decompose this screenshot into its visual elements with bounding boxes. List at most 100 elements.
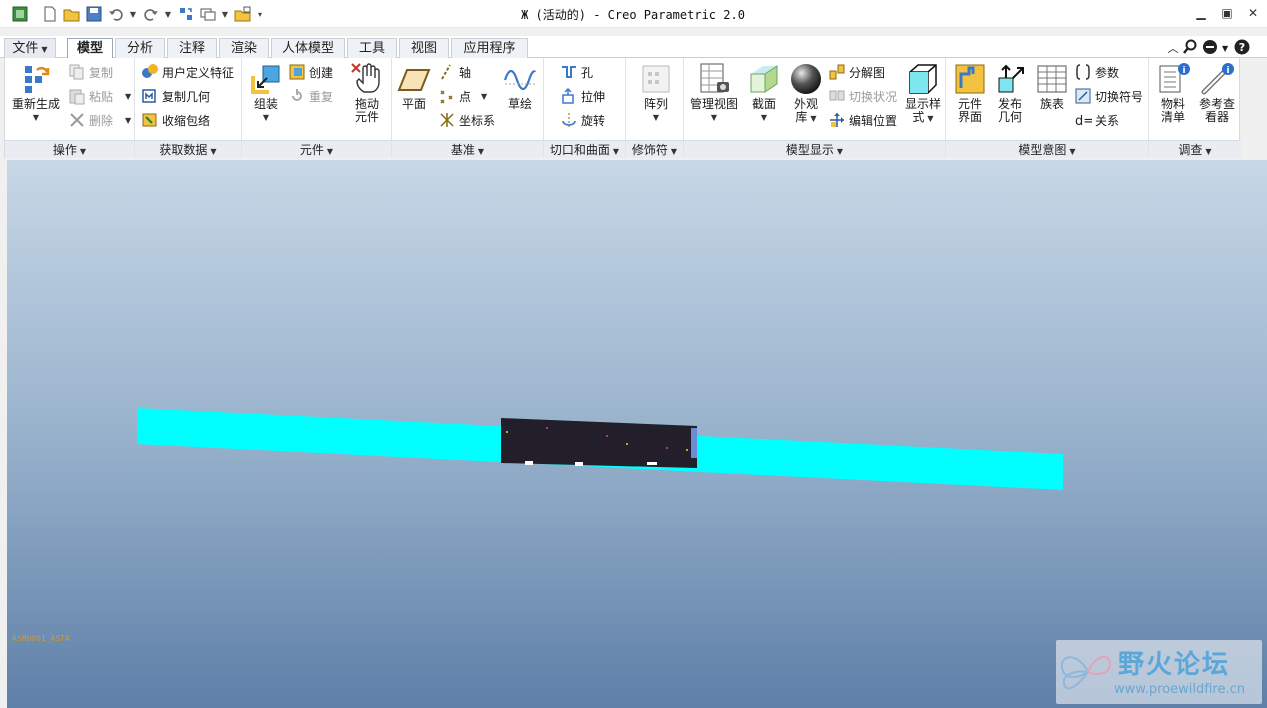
component-interface-icon bbox=[955, 64, 985, 94]
display-style-dropdown-icon[interactable]: ▼ bbox=[927, 114, 933, 123]
group-model-display: 管理视图 ▼ 截面 ▼ 外观 库▼ 分解图 切换状况 编辑位置 显示样 式▼ bbox=[684, 58, 946, 158]
pattern-icon bbox=[642, 65, 670, 93]
paste-button[interactable]: 粘贴 ▼ bbox=[68, 86, 131, 106]
relations-button[interactable]: d= 关系 bbox=[1074, 110, 1119, 130]
appearance-dropdown-icon[interactable]: ▼ bbox=[810, 114, 816, 123]
svg-text:?: ? bbox=[1239, 41, 1245, 54]
pattern-button[interactable]: 阵列 ▼ bbox=[636, 62, 676, 124]
watermark-url: www.proewildfire.cn bbox=[1114, 682, 1245, 697]
udf-icon bbox=[142, 64, 158, 78]
minimize-ribbon-icon[interactable]: ︿ bbox=[1164, 40, 1182, 56]
shrinkwrap-button[interactable]: 收缩包络 bbox=[141, 110, 210, 130]
group-label-datum[interactable]: 基准 ▼ bbox=[392, 140, 543, 158]
manage-views-button[interactable]: 管理视图 ▼ bbox=[688, 62, 740, 124]
point-dropdown-icon[interactable]: ▼ bbox=[481, 92, 487, 101]
tab-applications[interactable]: 应用程序 bbox=[451, 38, 528, 58]
drag-components-button[interactable]: 拖动 元件 bbox=[344, 62, 390, 124]
group-label-investigate[interactable]: 调查 ▼ bbox=[1149, 140, 1241, 158]
copy-geometry-button[interactable]: 复制几何 bbox=[141, 86, 210, 106]
create-button[interactable]: 创建 bbox=[288, 62, 333, 82]
tab-manikin[interactable]: 人体模型 bbox=[271, 38, 345, 58]
explode-view-button[interactable]: 分解图 bbox=[828, 62, 885, 82]
repeat-icon bbox=[292, 89, 302, 101]
axis-icon bbox=[441, 64, 451, 80]
search-icon[interactable] bbox=[1182, 39, 1202, 58]
edit-position-icon bbox=[830, 113, 844, 127]
close-icon[interactable]: ✕ bbox=[1241, 4, 1265, 22]
create-icon bbox=[289, 64, 305, 80]
plane-icon bbox=[397, 69, 431, 91]
help-dropdown-icon[interactable]: ▼ bbox=[1222, 44, 1234, 53]
regenerate-button[interactable]: 重新生成 ▼ bbox=[9, 62, 63, 124]
group-label-model-display[interactable]: 模型显示 ▼ bbox=[684, 140, 945, 158]
coordinate-readout: ASM0001_ASTA bbox=[12, 634, 70, 643]
shrinkwrap-icon bbox=[142, 113, 157, 127]
model-canvas[interactable] bbox=[7, 160, 1267, 708]
group-label-operations[interactable]: 操作 ▼ bbox=[5, 140, 134, 158]
svg-text:i: i bbox=[1226, 66, 1229, 76]
udf-button[interactable]: 用户定义特征 bbox=[141, 62, 234, 82]
delete-dropdown-icon[interactable]: ▼ bbox=[125, 116, 131, 125]
display-style-button[interactable]: 显示样 式 ▼ bbox=[902, 62, 944, 125]
publish-geometry-icon bbox=[998, 64, 1024, 93]
sketch-icon bbox=[503, 69, 536, 91]
extrude-button[interactable]: 拉伸 bbox=[560, 86, 605, 106]
reference-viewer-button[interactable]: i 参考查 看器 bbox=[1195, 62, 1239, 124]
section-dropdown-icon[interactable]: ▼ bbox=[761, 111, 767, 124]
minimize-icon[interactable]: ▁ bbox=[1189, 4, 1213, 22]
edit-position-button[interactable]: 编辑位置 bbox=[828, 110, 897, 130]
pattern-dropdown-icon[interactable]: ▼ bbox=[653, 111, 659, 124]
tab-file[interactable]: 文件 ▼ bbox=[4, 38, 56, 58]
csys-button[interactable]: 坐标系 bbox=[438, 110, 495, 130]
extrude-icon bbox=[562, 87, 574, 104]
reference-viewer-chain-icon: i bbox=[1201, 63, 1234, 95]
group-label-cut-surface[interactable]: 切口和曲面 ▼ bbox=[544, 140, 625, 158]
copy-button[interactable]: 复制 bbox=[68, 62, 113, 82]
graphics-viewport[interactable]: ASM0001_ASTA 野火论坛 www.proewildfire.cn bbox=[7, 160, 1267, 708]
toggle-status-button[interactable]: 切换状况 bbox=[828, 86, 897, 106]
switch-symbols-button[interactable]: 切换符号 bbox=[1074, 86, 1143, 106]
component-interface-button[interactable]: 元件 界面 bbox=[950, 62, 990, 124]
group-model-intent: 元件 界面 发布 几何 族表 参数 切换符号 d= 关系 模型意图 ▼ bbox=[946, 58, 1149, 158]
manage-views-dropdown-icon[interactable]: ▼ bbox=[711, 111, 717, 124]
assemble-dropdown-icon[interactable]: ▼ bbox=[263, 111, 269, 124]
ribbon-tab-bar: 文件 ▼ 模型 分析 注释 渲染 人体模型 工具 视图 应用程序 ︿ ▼ ? bbox=[0, 36, 1267, 59]
tab-analysis[interactable]: 分析 bbox=[115, 38, 165, 58]
group-label-component[interactable]: 元件 ▼ bbox=[242, 140, 391, 158]
group-label-modifiers[interactable]: 修饰符 ▼ bbox=[626, 140, 683, 158]
plane-button[interactable]: 平面 bbox=[396, 62, 432, 111]
ribbon-right-tools: ︿ ▼ ? bbox=[1164, 38, 1254, 58]
paste-dropdown-icon[interactable]: ▼ bbox=[125, 92, 131, 101]
component-model[interactable] bbox=[501, 418, 697, 468]
section-button[interactable]: 截面 ▼ bbox=[744, 62, 784, 124]
hole-button[interactable]: 孔 bbox=[560, 62, 593, 82]
help-icon[interactable]: ? bbox=[1234, 39, 1254, 58]
tab-view[interactable]: 视图 bbox=[399, 38, 449, 58]
sketch-button[interactable]: 草绘 bbox=[500, 62, 540, 111]
tab-tools[interactable]: 工具 bbox=[347, 38, 397, 58]
family-table-button[interactable]: 族表 bbox=[1032, 62, 1072, 111]
regenerate-dropdown-icon[interactable]: ▼ bbox=[33, 111, 39, 124]
paste-icon bbox=[69, 89, 85, 105]
group-label-model-intent[interactable]: 模型意图 ▼ bbox=[946, 140, 1148, 158]
repeat-button[interactable]: 重复 bbox=[288, 86, 333, 106]
butterfly-logo-icon bbox=[1060, 656, 1112, 690]
tab-model[interactable]: 模型 bbox=[67, 38, 113, 59]
parameters-icon bbox=[1076, 64, 1090, 80]
publish-geometry-button[interactable]: 发布 几何 bbox=[990, 62, 1030, 124]
tab-annotate[interactable]: 注释 bbox=[167, 38, 217, 58]
window-title: Ж (活动的) - Creo Parametric 2.0 bbox=[521, 8, 745, 22]
tab-render[interactable]: 渲染 bbox=[219, 38, 269, 58]
delete-button[interactable]: 删除 ▼ bbox=[68, 110, 131, 130]
axis-button[interactable]: 轴 bbox=[438, 62, 471, 82]
assemble-button[interactable]: 组装 ▼ bbox=[246, 62, 286, 124]
restore-icon[interactable]: ▣ bbox=[1215, 4, 1239, 22]
learning-connector-icon[interactable] bbox=[1202, 39, 1222, 58]
parameters-button[interactable]: 参数 bbox=[1074, 62, 1119, 82]
point-button[interactable]: 点 ▼ bbox=[438, 86, 487, 106]
assemble-icon bbox=[251, 65, 280, 94]
revolve-button[interactable]: 旋转 bbox=[560, 110, 605, 130]
appearance-gallery-button[interactable]: 外观 库 ▼ bbox=[786, 62, 826, 125]
group-label-get-data[interactable]: 获取数据 ▼ bbox=[135, 140, 241, 158]
bom-button[interactable]: i 物料 清单 bbox=[1153, 62, 1193, 124]
